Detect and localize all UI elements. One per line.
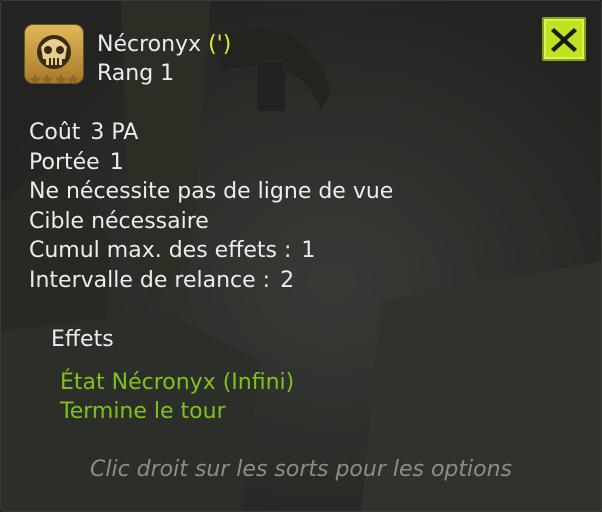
stat-target-required: Cible nécessaire bbox=[29, 207, 393, 237]
stat-max-stack: Cumul max. des effets : 1 bbox=[29, 236, 393, 266]
spell-name: Nécronyx bbox=[97, 32, 202, 57]
stat-range: Portée 1 bbox=[29, 148, 393, 178]
stat-line-of-sight: Ne nécessite pas de ligne de vue bbox=[29, 177, 393, 207]
stat-cost: Coût 3 PA bbox=[29, 118, 393, 148]
stat-label: Cumul max. des effets : bbox=[29, 238, 292, 263]
stat-label: Intervalle de relance : bbox=[29, 267, 271, 293]
effect-item: État Nécronyx (Infini) bbox=[60, 370, 295, 395]
stat-value: 1 bbox=[301, 238, 316, 263]
stat-label: Cible nécessaire bbox=[29, 208, 209, 234]
close-button[interactable] bbox=[542, 17, 586, 61]
spell-stats: Coût 3 PA Portée 1 Ne nécessite pas de lig… bbox=[29, 118, 393, 295]
effects-heading: Effets bbox=[51, 327, 114, 352]
stat-label: Ne nécessite pas de ligne de vue bbox=[29, 179, 394, 204]
tooltip-content: Nécronyx (') Rang 1 Coût 3 PA Portée 1 Ne … bbox=[1, 1, 601, 511]
skull-icon bbox=[25, 25, 83, 83]
spell-name-suffix: (') bbox=[208, 32, 232, 57]
stat-cooldown: Intervalle de relance : 2 bbox=[29, 266, 393, 296]
stat-value: 3 PA bbox=[90, 120, 139, 145]
stat-label: Coût bbox=[29, 120, 81, 145]
spell-title: Nécronyx (') bbox=[97, 30, 231, 60]
stat-label: Portée bbox=[29, 149, 100, 175]
spell-tooltip-panel: Nécronyx (') Rang 1 Coût 3 PA Portée 1 Ne … bbox=[0, 0, 602, 512]
effects-list: État Nécronyx (Infini) Termine le tour bbox=[60, 368, 294, 426]
options-hint: Clic droit sur les sorts pour les option… bbox=[89, 457, 512, 482]
effect-item: Termine le tour bbox=[60, 399, 226, 424]
spell-rank: Rang 1 bbox=[97, 61, 175, 86]
stat-value: 1 bbox=[109, 149, 124, 175]
stat-value: 2 bbox=[280, 267, 295, 293]
close-x-icon bbox=[551, 28, 577, 52]
